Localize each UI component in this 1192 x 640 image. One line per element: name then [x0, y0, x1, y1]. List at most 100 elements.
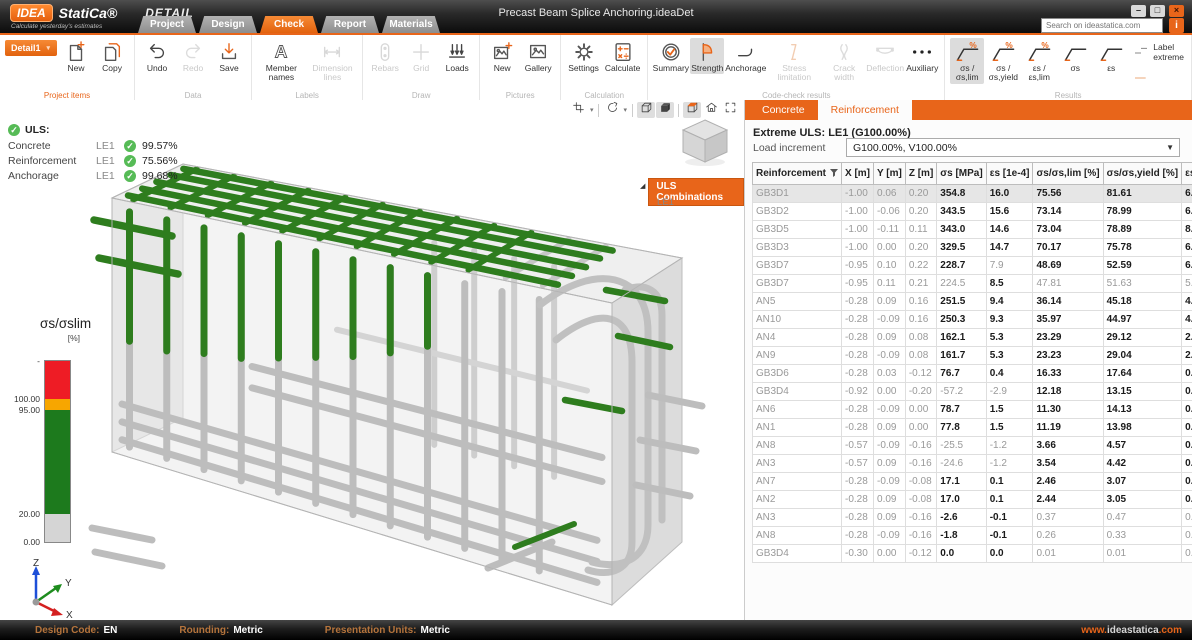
table-row[interactable]: GB3D7-0.950.110.21224.58.547.8151.635.34… — [753, 275, 1192, 293]
design-code-item[interactable]: Design Code: EN — [35, 625, 117, 636]
value-cell: 0.26 — [1033, 527, 1103, 545]
filter-icon[interactable] — [830, 169, 838, 180]
logo-statica: StatiCa® — [59, 5, 118, 21]
load-increment-select[interactable]: G100.00%, V100.00% ▼ — [846, 138, 1180, 157]
value-cell: 78.7 — [937, 401, 986, 419]
search-input[interactable] — [1041, 18, 1163, 33]
column-header-y-m: Y [m] — [874, 163, 906, 185]
ribbon-item-calculate[interactable]: Calculate — [603, 38, 642, 74]
website-link[interactable]: www.ideastatica.com — [1081, 625, 1182, 636]
reinforcement-name-cell: AN8 — [753, 437, 842, 455]
expand-icon[interactable]: ◢ — [640, 182, 645, 190]
ribbon-item-copy[interactable]: Copy — [95, 38, 129, 74]
wire-cube-button[interactable] — [637, 102, 655, 118]
ribbon-item-s-s-lim[interactable]: %εs /εs,lim — [1022, 38, 1056, 84]
table-row[interactable]: AN4-0.280.090.08162.15.323.2929.122.34✓ — [753, 329, 1192, 347]
minimize-button[interactable]: – — [1131, 5, 1146, 17]
reinforcement-name-cell: AN10 — [753, 311, 842, 329]
ribbon-item-label: Loads — [446, 64, 469, 73]
table-row[interactable]: GB3D7-0.950.100.22228.77.948.6952.596.24… — [753, 257, 1192, 275]
value-cell: 251.5 — [937, 293, 986, 311]
table-row[interactable]: AN7-0.28-0.09-0.0817.10.12.463.070.03✓ — [753, 473, 1192, 491]
table-row[interactable]: AN9-0.28-0.090.08161.75.323.2329.042.33✓ — [753, 347, 1192, 365]
chevron-down-icon[interactable]: ▾ — [623, 106, 627, 114]
tab-check[interactable]: Check — [260, 16, 318, 33]
table-row[interactable]: GB3D4-0.920.00-0.20-57.2-2.912.1813.150.… — [753, 383, 1192, 401]
value-cell: 5.3 — [986, 329, 1033, 347]
ribbon-item-label: New — [68, 64, 85, 73]
results-tabs: Concrete Reinforcement — [745, 100, 1192, 120]
home-button[interactable] — [702, 102, 720, 118]
ribbon-item-s-s-yield[interactable]: %σs /σs,yield — [986, 38, 1020, 84]
ribbon-group-label: Calculation — [561, 91, 647, 100]
table-row[interactable]: AN10-0.28-0.090.16250.39.335.9744.974.19… — [753, 311, 1192, 329]
extreme-line-toggle[interactable] — [1132, 70, 1184, 88]
ribbon-item-member-names[interactable]: AMember names — [257, 38, 306, 84]
value-cell: 6.30 — [1182, 239, 1192, 257]
value-cell: 52.59 — [1103, 257, 1181, 275]
orbit-button[interactable] — [603, 102, 621, 118]
table-row[interactable]: GB3D3-1.000.000.20329.514.770.1775.786.3… — [753, 239, 1192, 257]
ribbon-item-strength[interactable]: Strength — [690, 38, 724, 74]
ribbon-item-save[interactable]: Save — [212, 38, 246, 74]
maximize-button[interactable]: □ — [1150, 5, 1165, 17]
table-row[interactable]: GB3D4-0.300.00-0.120.00.00.010.010.00✓ — [753, 545, 1192, 563]
ribbon-item-s[interactable]: σs — [1058, 38, 1092, 74]
ribbon-item-label: Undo — [147, 64, 167, 73]
detail-dropdown-button[interactable]: Detail1▾ — [5, 40, 57, 56]
table-row[interactable]: AN3-0.280.09-0.16-2.6-0.10.370.470.04✓ — [753, 509, 1192, 527]
ribbon-item-summary[interactable]: Summary — [653, 38, 688, 74]
table-row[interactable]: AN8-0.28-0.09-0.16-1.8-0.10.260.330.03✓ — [753, 527, 1192, 545]
value-cell: 77.8 — [937, 419, 986, 437]
ribbon-item-gallery[interactable]: Gallery — [521, 38, 555, 74]
ribbon-item-new[interactable]: New — [485, 38, 519, 74]
tab-design[interactable]: Design — [199, 16, 257, 33]
ribbon-item-settings[interactable]: Settings — [566, 38, 601, 74]
crack-width-icon — [833, 39, 855, 64]
tab-concrete[interactable]: Concrete — [749, 100, 818, 120]
3d-viewport[interactable]: ▾▾ — [0, 100, 744, 620]
coordinate-cell: -0.92 — [842, 383, 874, 401]
chevron-down-icon[interactable]: ▾ — [590, 106, 594, 114]
document-title: Precast Beam Splice Anchoring.ideaDet — [498, 7, 693, 19]
table-row[interactable]: GB3D6-0.280.03-0.1276.70.416.3317.640.35… — [753, 365, 1192, 383]
table-row[interactable]: GB3D5-1.00-0.110.11343.014.673.0478.898.… — [753, 221, 1192, 239]
ribbon-group-label: Data — [135, 91, 251, 100]
coordinate-cell: -0.16 — [905, 455, 936, 473]
tab-project[interactable]: Project — [138, 16, 196, 33]
ribbon-item-s[interactable]: εs — [1094, 38, 1128, 74]
ribbon-item-anchorage[interactable]: Anchorage — [726, 38, 765, 74]
rounding-item[interactable]: Rounding: Metric — [179, 625, 262, 636]
member-names-icon: A — [270, 39, 292, 64]
section-cube-button[interactable] — [683, 102, 701, 118]
scale-segment — [45, 399, 70, 410]
fullscreen-button[interactable] — [721, 102, 739, 118]
ribbon-item-loads[interactable]: Loads — [440, 38, 474, 74]
table-row[interactable]: AN3-0.570.09-0.16-24.6-1.23.544.420.43✓ — [753, 455, 1192, 473]
presentation-units-item[interactable]: Presentation Units: Metric — [325, 625, 450, 636]
table-row[interactable]: GB3D2-1.00-0.060.20343.515.673.1478.996.… — [753, 203, 1192, 221]
solid-cube-button[interactable] — [656, 102, 674, 118]
ribbon-item-s-s-lim[interactable]: %σs /σs,lim — [950, 38, 984, 84]
table-row[interactable]: AN5-0.280.090.16251.59.436.1445.184.21✓ — [753, 293, 1192, 311]
coordinate-cell: 0.09 — [874, 329, 906, 347]
label-extreme-toggle[interactable]: Label extreme — [1132, 42, 1184, 62]
table-row[interactable]: AN1-0.280.090.0077.81.511.1913.980.64✓ — [753, 419, 1192, 437]
close-button[interactable]: × — [1169, 5, 1184, 17]
ribbon-item-undo[interactable]: Undo — [140, 38, 174, 74]
value-cell: 343.0 — [937, 221, 986, 239]
tab-report[interactable]: Report — [321, 16, 379, 33]
reinforcement-name-cell: AN8 — [753, 527, 842, 545]
ribbon-item-auxiliary[interactable]: Auxiliary — [905, 38, 939, 74]
navigation-cube[interactable] — [676, 116, 734, 168]
table-row[interactable]: GB3D1-1.000.060.20354.816.075.5681.616.7… — [753, 185, 1192, 203]
table-row[interactable]: AN6-0.28-0.090.0078.71.511.3014.130.65✓ — [753, 401, 1192, 419]
table-row[interactable]: AN8-0.57-0.09-0.16-25.5-1.23.664.570.44✓ — [753, 437, 1192, 455]
table-row[interactable]: AN2-0.280.09-0.0817.00.12.443.050.03✓ — [753, 491, 1192, 509]
tab-reinforcement[interactable]: Reinforcement — [818, 100, 912, 120]
crop-button[interactable] — [570, 102, 588, 118]
info-button[interactable]: i — [1169, 18, 1184, 33]
ribbon-group-calculation: SettingsCalculate Calculation — [561, 35, 648, 100]
ribbon-item-new[interactable]: New — [59, 38, 93, 74]
tab-materials[interactable]: Materials — [382, 16, 440, 33]
